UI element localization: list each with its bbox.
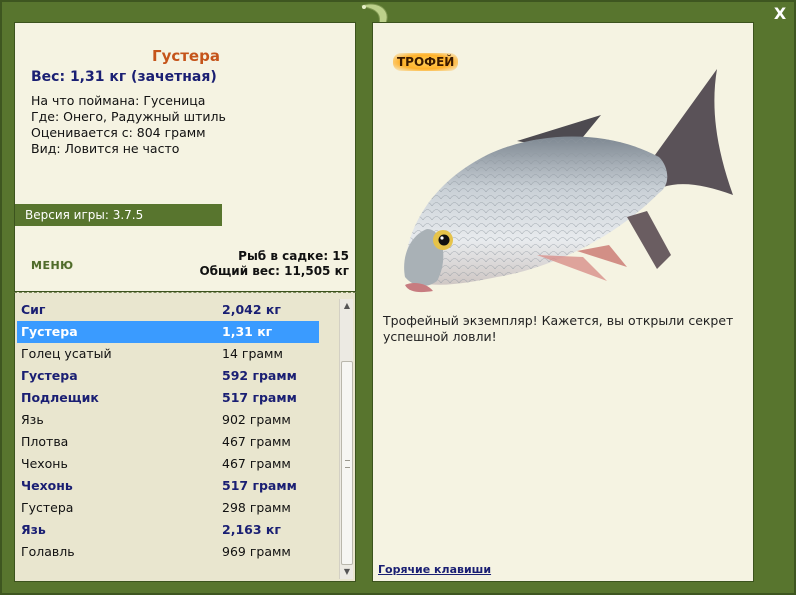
list-item[interactable]: Голавль 969 грамм	[17, 541, 319, 563]
keepnet-stats: Рыб в садке: 15 Общий вес: 11,505 кг	[199, 249, 349, 279]
fish-preview-panel: ТРОФЕЙ Трофейный экземпляр! Кажется, вы …	[372, 22, 754, 582]
bream-fish-image	[404, 69, 733, 293]
fish-list-weight: 14 грамм	[222, 346, 283, 361]
kind-info: Вид: Ловится не часто	[31, 141, 180, 156]
fish-list-panel: Сиг 2,042 кг Густера 1,31 кг Голец усатый 14 …	[14, 292, 356, 582]
list-item[interactable]: Язь 2,163 кг	[17, 519, 319, 541]
list-item[interactable]: Подлещик 517 грамм	[17, 387, 319, 409]
fish-list-weight: 2,042 кг	[222, 302, 281, 317]
fish-list: Сиг 2,042 кг Густера 1,31 кг Голец усатый 14 …	[17, 299, 319, 563]
list-item[interactable]: Голец усатый 14 грамм	[17, 343, 319, 365]
list-item[interactable]: Сиг 2,042 кг	[17, 299, 319, 321]
fish-list-weight: 517 грамм	[222, 390, 297, 405]
list-item[interactable]: Язь 902 грамм	[17, 409, 319, 431]
fish-list-name: Чехонь	[21, 456, 68, 471]
scroll-up-arrow-icon[interactable]: ▲	[340, 299, 354, 313]
scroll-thumb[interactable]	[341, 361, 353, 565]
fish-list-name: Язь	[21, 412, 44, 427]
game-version: Версия игры: 3.7.5	[15, 204, 222, 226]
list-item[interactable]: Густера 592 грамм	[17, 365, 319, 387]
close-button[interactable]: X	[770, 4, 790, 24]
fish-weight: Вес: 1,31 кг (зачетная)	[31, 69, 217, 85]
fish-list-name: Язь	[21, 522, 46, 537]
fish-list-weight: 2,163 кг	[222, 522, 281, 537]
fish-list-weight: 467 грамм	[222, 456, 291, 471]
list-item[interactable]: Чехонь 517 грамм	[17, 475, 319, 497]
list-item[interactable]: Чехонь 467 грамм	[17, 453, 319, 475]
scroll-down-arrow-icon[interactable]: ▼	[340, 565, 354, 579]
fish-list-weight: 1,31 кг	[222, 324, 273, 339]
fish-list-weight: 969 грамм	[222, 544, 291, 559]
fish-list-weight: 902 грамм	[222, 412, 291, 427]
place-info: Где: Онего, Радужный штиль	[31, 109, 226, 124]
fish-list-name: Густера	[21, 368, 78, 383]
list-item[interactable]: Густера 1,31 кг	[17, 321, 319, 343]
fish-list-name: Густера	[21, 500, 74, 515]
fish-name-title: Густера	[152, 47, 220, 65]
fish-list-name: Густера	[21, 324, 78, 339]
fish-list-weight: 517 грамм	[222, 478, 297, 493]
hotkeys-link[interactable]: Горячие клавиши	[378, 563, 491, 576]
fish-list-weight: 467 грамм	[222, 434, 291, 449]
scroll-grip-icon	[345, 460, 350, 468]
bait-info: На что поймана: Гусеница	[31, 93, 206, 108]
trophy-badge: ТРОФЕЙ	[393, 53, 459, 71]
list-item[interactable]: Плотва 467 грамм	[17, 431, 319, 453]
fish-list-name: Подлещик	[21, 390, 99, 405]
keepnet-count: Рыб в садке: 15	[238, 249, 349, 263]
trophy-message: Трофейный экземпляр! Кажется, вы открыли…	[383, 313, 734, 344]
keepnet-total-weight: Общий вес: 11,505 кг	[199, 264, 349, 278]
fish-list-name: Голавль	[21, 544, 75, 559]
fish-list-name: Сиг	[21, 302, 46, 317]
fish-list-name: Плотва	[21, 434, 69, 449]
valued-from-info: Оценивается с: 804 грамм	[31, 125, 206, 140]
catch-details: На что поймана: Гусеница Где: Онего, Рад…	[31, 93, 226, 157]
list-item[interactable]: Густера 298 грамм	[17, 497, 319, 519]
menu-button[interactable]: МЕНЮ	[31, 259, 74, 272]
fish-list-name: Чехонь	[21, 478, 73, 493]
fish-list-weight: 298 грамм	[222, 500, 291, 515]
fish-list-weight: 592 грамм	[222, 368, 297, 383]
catch-info-panel: Густера Вес: 1,31 кг (зачетная) На что п…	[14, 22, 356, 292]
fish-list-name: Голец усатый	[21, 346, 112, 361]
list-scrollbar[interactable]: ▲ ▼	[339, 299, 353, 579]
